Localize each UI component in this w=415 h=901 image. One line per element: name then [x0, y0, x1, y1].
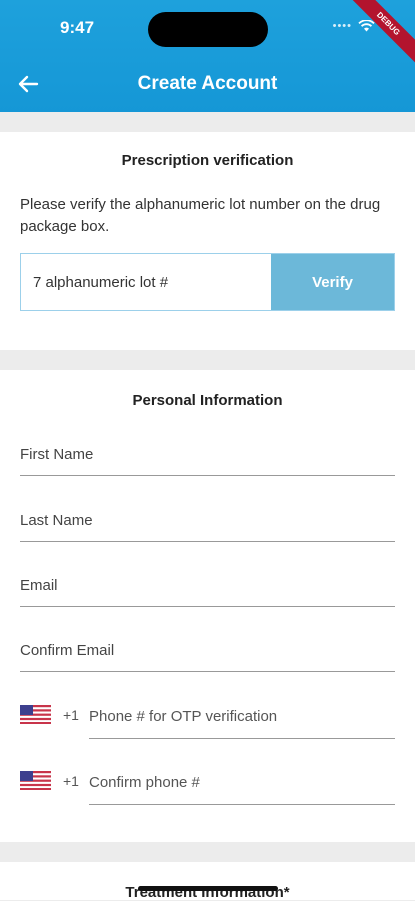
- prescription-title: Prescription verification: [121, 152, 294, 169]
- confirm-phone-row: +1: [20, 761, 395, 805]
- home-indicator: [138, 886, 278, 891]
- dynamic-island: [148, 12, 268, 47]
- page-title: Create Account: [137, 73, 278, 94]
- confirm-email-input[interactable]: [20, 630, 395, 670]
- phone-field: [89, 695, 395, 739]
- us-flag-icon[interactable]: [20, 705, 51, 724]
- verify-button[interactable]: Verify: [271, 254, 394, 310]
- lot-number-input[interactable]: [21, 254, 295, 310]
- status-time: 9:47: [60, 18, 95, 37]
- debug-ribbon: DEBUG: [343, 0, 415, 69]
- last-name-input[interactable]: [20, 500, 395, 540]
- personal-info-title: Personal Information: [132, 392, 283, 409]
- treatment-card: Treatment Information*: [0, 862, 415, 901]
- last-name-field: [20, 500, 395, 542]
- signal-icon: ••••: [332, 20, 352, 32]
- country-code: +1: [63, 707, 79, 723]
- confirm-email-field: [20, 630, 395, 672]
- confirm-phone-field: [89, 761, 395, 805]
- country-code: +1: [63, 773, 79, 789]
- phone-row: +1: [20, 695, 395, 739]
- first-name-input[interactable]: [20, 434, 395, 474]
- first-name-field: [20, 434, 395, 476]
- lot-number-group: Verify: [20, 253, 395, 311]
- app-header: 9:47 •••• DEBUG Create Account: [0, 0, 415, 112]
- wifi-icon: [358, 20, 375, 32]
- status-icons: ••••: [333, 20, 375, 32]
- email-input[interactable]: [20, 565, 395, 605]
- personal-info-card: Personal Information +1: [0, 370, 415, 842]
- phone-input[interactable]: [89, 695, 395, 737]
- confirm-phone-input[interactable]: [89, 761, 395, 803]
- prescription-card: Prescription verification Please verify …: [0, 132, 415, 350]
- email-field: [20, 565, 395, 607]
- us-flag-icon[interactable]: [20, 771, 51, 790]
- prescription-description: Please verify the alphanumeric lot numbe…: [20, 196, 381, 235]
